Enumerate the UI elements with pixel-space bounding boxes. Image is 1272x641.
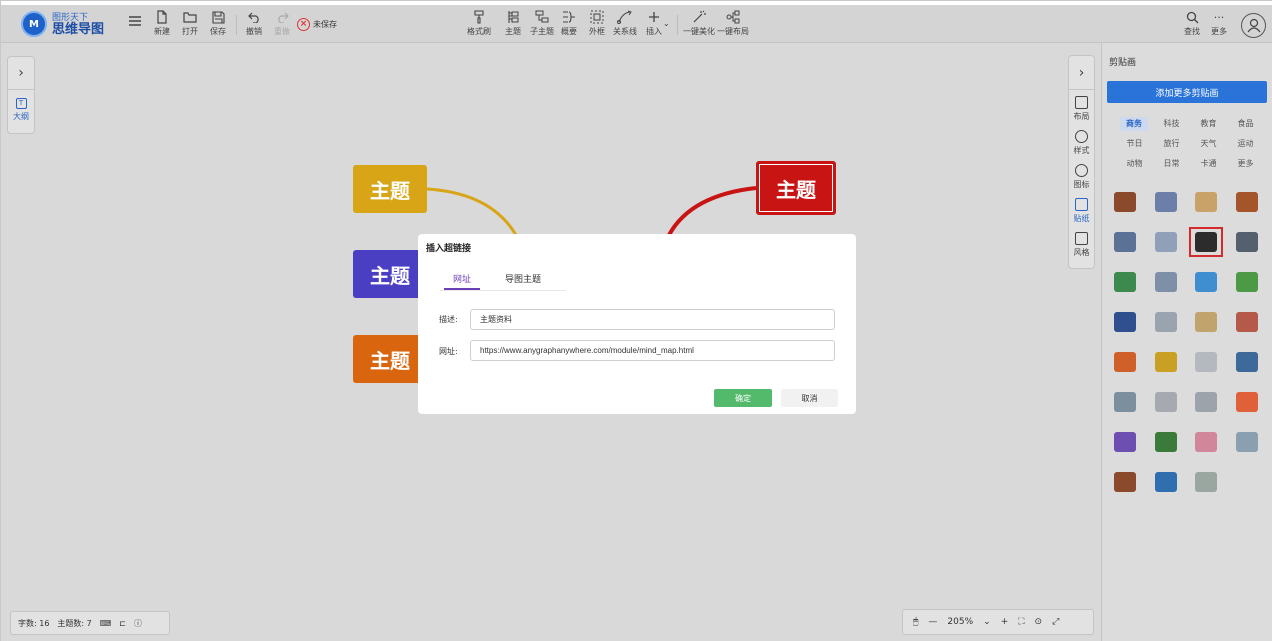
modal-overlay: 插入超链接 网址 导图主题 描述: 主题资料 网址: https://www.a… [1,1,1272,641]
description-label: 描述: [439,315,458,324]
dialog-tabs: 网址 导图主题 [440,269,566,291]
tab-url[interactable]: 网址 [444,269,480,290]
app-window: M 图形天下 思维导图 新建 打开 保存 撤销 重做 × 未保存 格式刷 主题 … [0,0,1272,641]
hyperlink-dialog: 插入超链接 网址 导图主题 描述: 主题资料 网址: https://www.a… [418,234,856,414]
dialog-title: 插入超链接 [426,244,472,254]
url-label: 网址: [439,347,458,356]
url-input[interactable]: https://www.anygraphanywhere.com/module/… [470,340,835,361]
cancel-button[interactable]: 取消 [781,389,838,407]
description-input[interactable]: 主题资料 [470,309,835,330]
confirm-button[interactable]: 确定 [714,389,772,407]
tab-map-topic[interactable]: 导图主题 [494,269,552,290]
